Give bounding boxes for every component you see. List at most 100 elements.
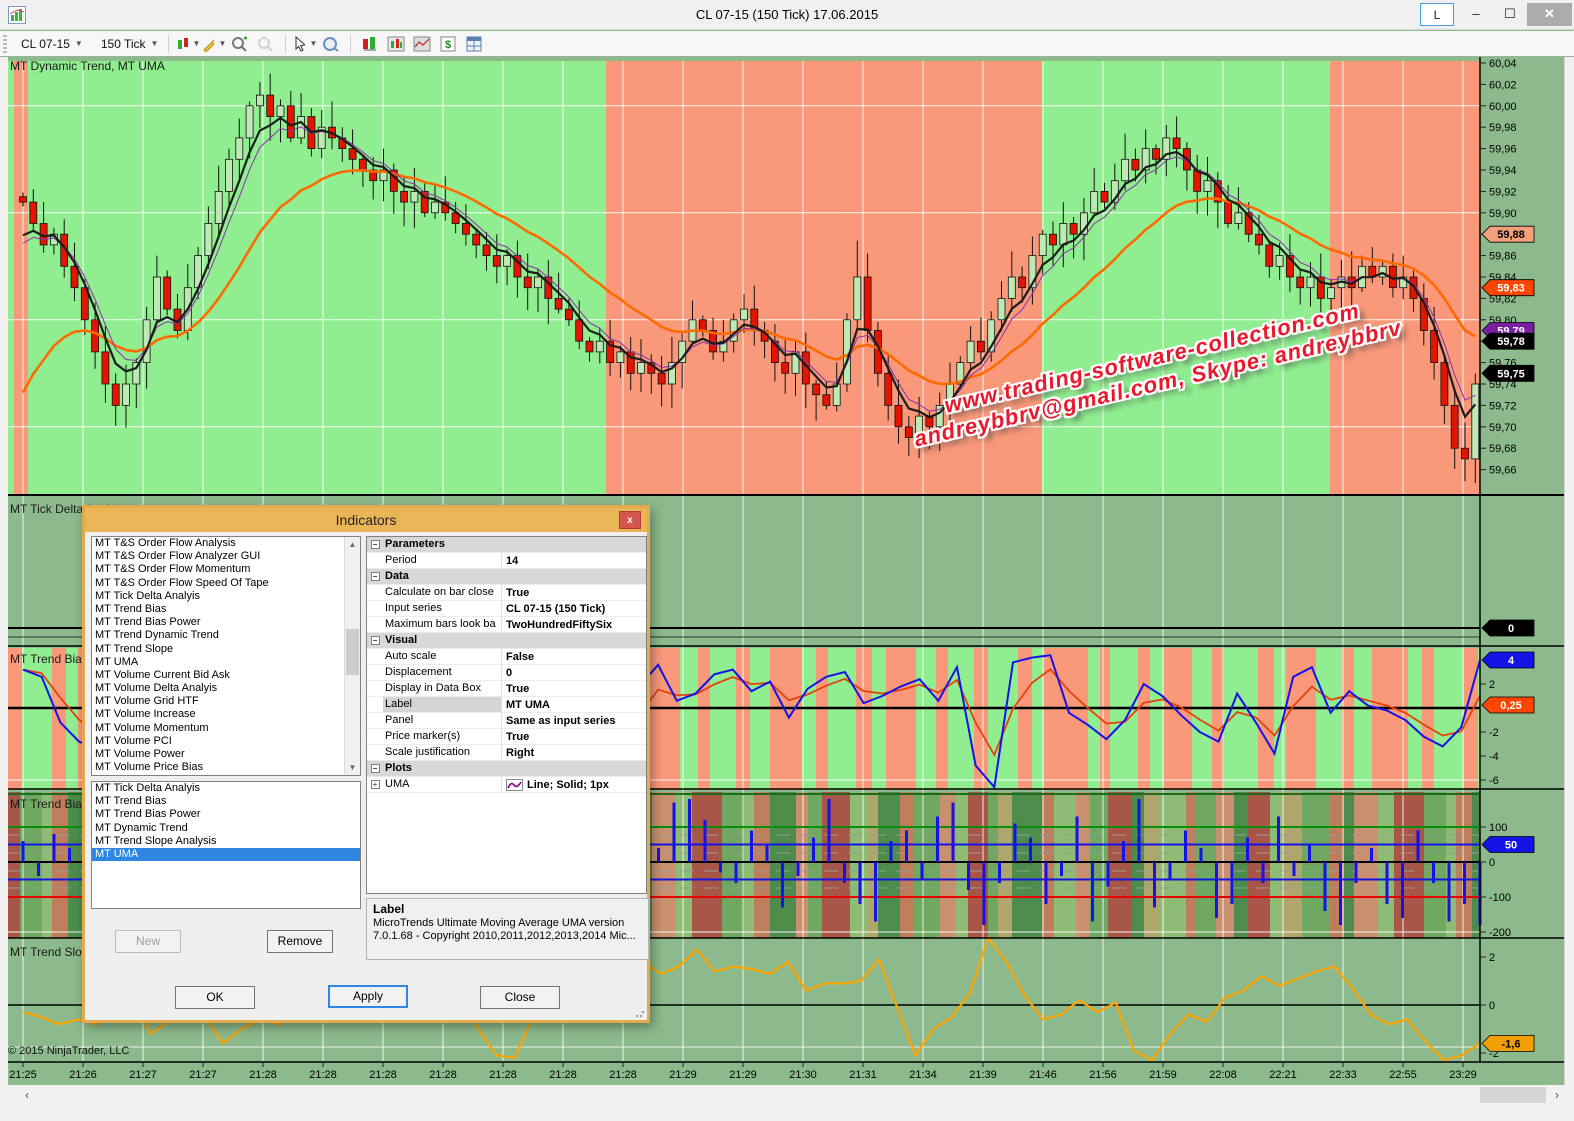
data-grid-icon[interactable]	[462, 34, 486, 54]
grid-group-row[interactable]: −Visual	[367, 633, 646, 649]
dialog-close-button-bottom[interactable]: Close	[480, 986, 560, 1009]
list-item[interactable]: MT T&S Order Flow Momentum	[92, 563, 344, 576]
svg-text:-2: -2	[1489, 727, 1499, 739]
added-indicators-list[interactable]: MT Tick Delta AnalyisMT Trend BiasMT Tre…	[91, 781, 361, 909]
grid-property-row[interactable]: Input seriesCL 07-15 (150 Tick)	[367, 601, 646, 617]
added-list-item[interactable]: MT UMA	[92, 848, 360, 861]
hscroll-thumb[interactable]	[1480, 1087, 1546, 1103]
available-items: MT T&S Order Flow AnalysisMT T&S Order F…	[92, 537, 344, 774]
available-indicators-list[interactable]: MT T&S Order Flow AnalysisMT T&S Order F…	[91, 536, 361, 776]
instrument-dropdown[interactable]: CL 07-15▼	[17, 34, 87, 54]
apply-button[interactable]: Apply	[328, 985, 408, 1008]
grid-group-row[interactable]: −Parameters	[367, 537, 646, 553]
scroll-thumb[interactable]	[346, 629, 359, 675]
grid-group-row[interactable]: −Data	[367, 569, 646, 585]
horizontal-scrollbar[interactable]: ‹ ›	[0, 1085, 1574, 1105]
svg-text:21:28: 21:28	[309, 1069, 337, 1081]
account-icon[interactable]: $	[436, 34, 460, 54]
grid-property-row[interactable]: Price marker(s)True	[367, 729, 646, 745]
dialog-title[interactable]: Indicators	[85, 508, 647, 532]
scroll-right-icon[interactable]: ›	[1548, 1085, 1566, 1105]
list-item[interactable]: MT Trend Slope	[92, 643, 344, 656]
list-item[interactable]: MT T&S Order Flow Speed Of Tape	[92, 577, 344, 590]
list-item[interactable]: MT Trend Bias Power	[92, 616, 344, 629]
list-item[interactable]: MT Trend Bias	[92, 603, 344, 616]
list-item[interactable]: MT Volume Price Bias	[92, 761, 344, 774]
list-item[interactable]: MT Tick Delta Analyis	[92, 590, 344, 603]
svg-text:21:28: 21:28	[429, 1069, 457, 1081]
svg-text:21:26: 21:26	[69, 1069, 97, 1081]
grid-property-row[interactable]: Displacement0	[367, 665, 646, 681]
resize-grip[interactable]	[635, 1008, 645, 1018]
maximize-button[interactable]: ☐	[1494, 3, 1526, 26]
added-list-item[interactable]: MT Dynamic Trend	[92, 822, 360, 835]
added-list-item[interactable]: MT Trend Slope Analysis	[92, 835, 360, 848]
minimize-button[interactable]: –	[1460, 3, 1492, 26]
zoom-out-icon[interactable]	[254, 34, 278, 54]
toolbar-grip[interactable]	[3, 35, 7, 53]
svg-text:21:39: 21:39	[969, 1069, 997, 1081]
added-list-item[interactable]: MT Tick Delta Analyis	[92, 782, 360, 795]
list-item[interactable]: MT Volume Current Bid Ask	[92, 669, 344, 682]
toolbar: CL 07-15▼ 150 Tick▼ ▼ ▼ ▼	[0, 31, 1574, 57]
panel3-label: MT Trend Bias	[10, 652, 88, 666]
vertical-scrollbar[interactable]	[1564, 57, 1574, 1085]
svg-text:0: 0	[1508, 623, 1514, 635]
properties-grid[interactable]: −ParametersPeriod14−DataCalculate on bar…	[366, 536, 647, 894]
scroll-left-icon[interactable]: ‹	[18, 1085, 36, 1105]
svg-text:22:08: 22:08	[1209, 1069, 1237, 1081]
list-item[interactable]: MT Volume Grid HTF	[92, 695, 344, 708]
grid-property-row[interactable]: Display in Data BoxTrue	[367, 681, 646, 697]
svg-text:21:29: 21:29	[729, 1069, 757, 1081]
grid-property-row[interactable]: Auto scaleFalse	[367, 649, 646, 665]
grid-property-row[interactable]: Maximum bars look baTwoHundredFiftySix	[367, 617, 646, 633]
chart-style-icon[interactable]: ▼	[176, 34, 200, 54]
svg-text:22:55: 22:55	[1389, 1069, 1417, 1081]
grid-plot-row[interactable]: +UMALine; Solid; 1px	[367, 777, 646, 793]
grid-property-row[interactable]: PanelSame as input series	[367, 713, 646, 729]
remove-button[interactable]: Remove	[267, 930, 333, 953]
data-box-icon[interactable]	[319, 34, 343, 54]
list-item[interactable]: MT UMA	[92, 656, 344, 669]
svg-text:59,75: 59,75	[1497, 368, 1525, 380]
added-list-item[interactable]: MT Trend Bias	[92, 795, 360, 808]
grid-property-row[interactable]: LabelMT UMA	[367, 697, 646, 713]
description-text: MicroTrends Ultimate Moving Average UMA …	[373, 917, 642, 943]
cursor-icon[interactable]: ▼	[293, 34, 317, 54]
list-item[interactable]: MT Volume Increase	[92, 708, 344, 721]
scroll-down-icon[interactable]: ▼	[345, 760, 360, 775]
grid-group-row[interactable]: −Plots	[367, 761, 646, 777]
chart-region-icon[interactable]	[410, 34, 434, 54]
interval-dropdown[interactable]: 150 Tick▼	[97, 34, 163, 54]
zoom-in-icon[interactable]	[228, 34, 252, 54]
link-button[interactable]: L	[1420, 3, 1454, 26]
list-item[interactable]: MT Volume Momentum	[92, 722, 344, 735]
order-entry-icon[interactable]	[358, 34, 382, 54]
list-item[interactable]: MT Volume Delta Analyis	[92, 682, 344, 695]
toolbar-separator	[285, 35, 286, 53]
interval-label: 150 Tick	[101, 37, 146, 51]
close-button[interactable]: ✕	[1527, 3, 1572, 26]
grid-property-row[interactable]: Period14	[367, 553, 646, 569]
svg-text:59,68: 59,68	[1489, 443, 1517, 455]
chart-trader-icon[interactable]	[384, 34, 408, 54]
list-item[interactable]: MT Volume PCI	[92, 735, 344, 748]
list-item[interactable]: MT T&S Order Flow Analyzer GUI	[92, 550, 344, 563]
description-title: Label	[373, 902, 642, 916]
list-item[interactable]: MT Volume Power	[92, 748, 344, 761]
list-item[interactable]: MT Trend Dynamic Trend	[92, 629, 344, 642]
ok-button[interactable]: OK	[175, 986, 255, 1009]
svg-text:100: 100	[1489, 822, 1507, 834]
scroll-up-icon[interactable]: ▲	[345, 537, 360, 552]
grid-property-row[interactable]: Calculate on bar closeTrue	[367, 585, 646, 601]
list-scrollbar[interactable]: ▲ ▼	[344, 537, 360, 775]
list-item[interactable]: MT T&S Order Flow Analysis	[92, 537, 344, 550]
svg-text:22:21: 22:21	[1269, 1069, 1297, 1081]
window-title: CL 07-15 (150 Tick) 17.06.2015	[0, 0, 1574, 30]
svg-text:23:29: 23:29	[1449, 1069, 1477, 1081]
svg-text:21:28: 21:28	[369, 1069, 397, 1081]
added-list-item[interactable]: MT Trend Bias Power	[92, 808, 360, 821]
grid-property-row[interactable]: Scale justificationRight	[367, 745, 646, 761]
dialog-close-button[interactable]: x	[619, 511, 641, 529]
draw-icon[interactable]: ▼	[202, 34, 226, 54]
